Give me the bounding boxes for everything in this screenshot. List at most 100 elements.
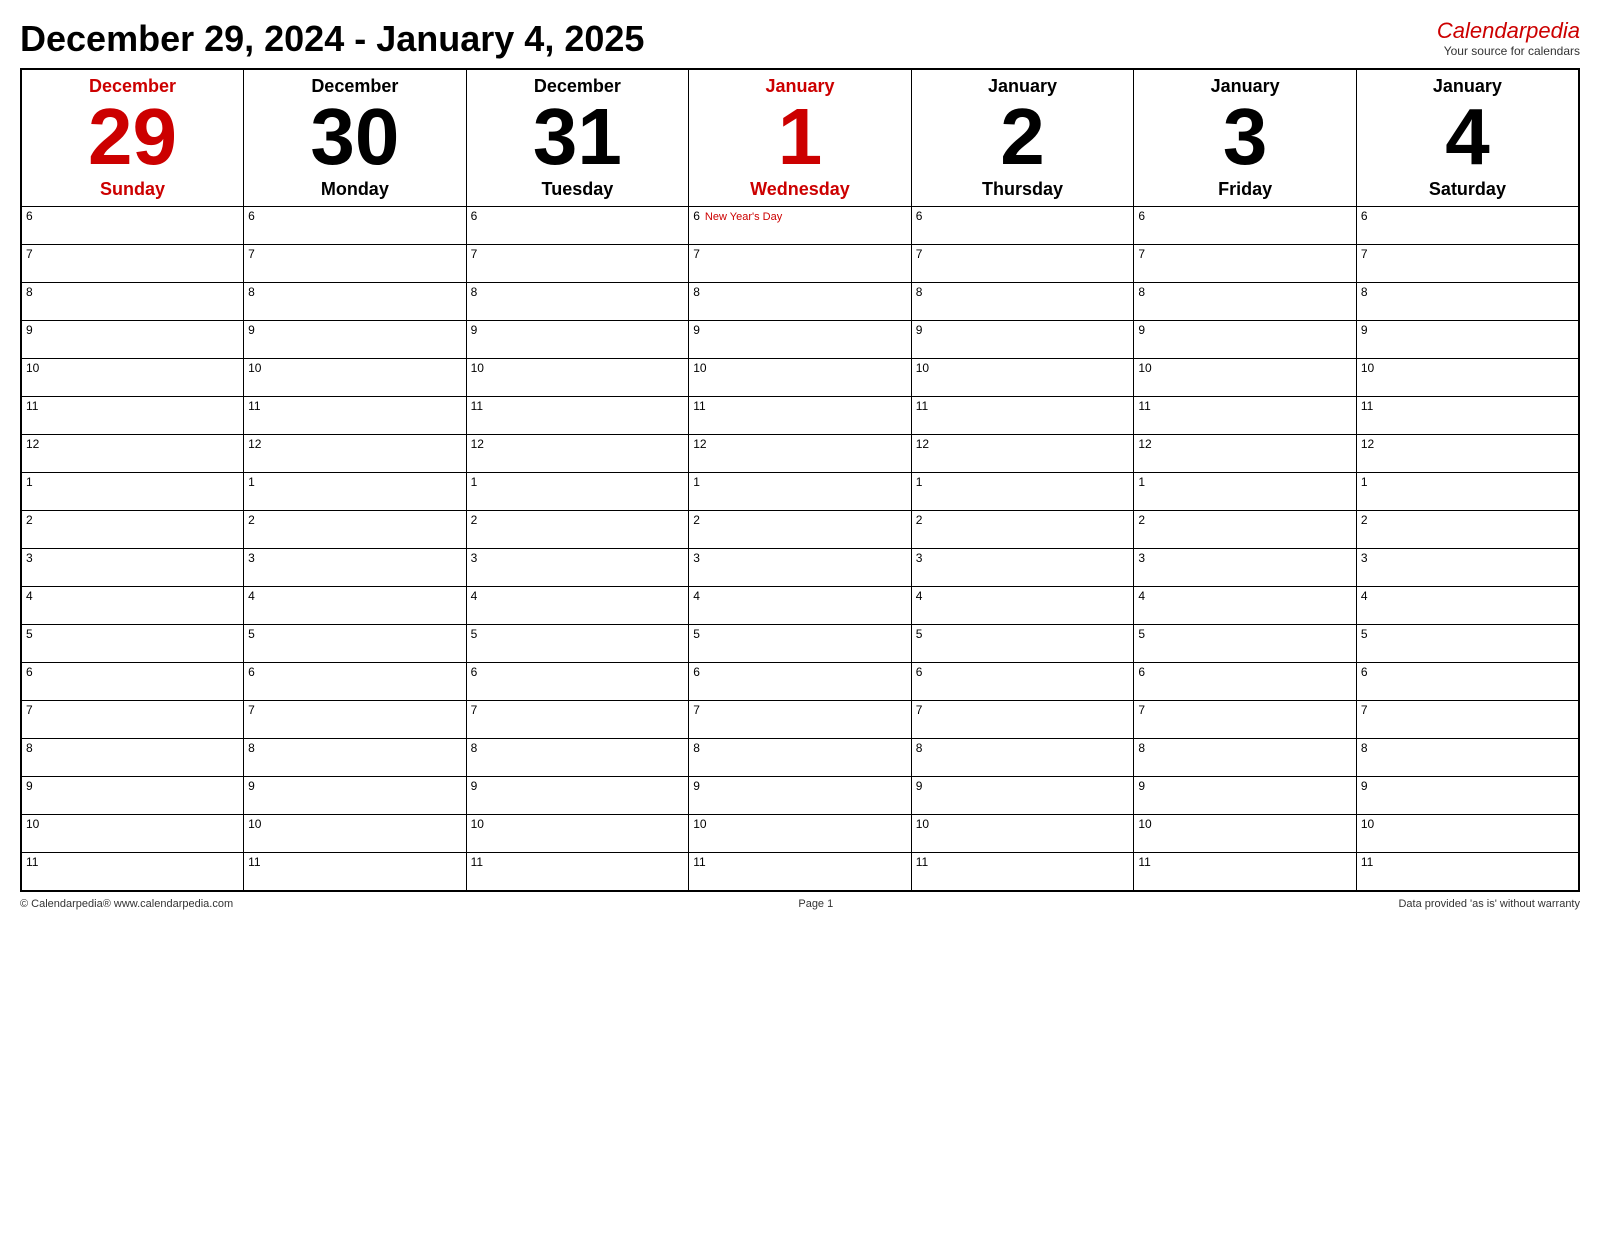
time-cell-r10-c6: 4	[1356, 587, 1579, 625]
time-cell-r1-c3: 7	[689, 245, 912, 283]
time-label-r16-c0: 10	[26, 817, 39, 831]
holiday-event: New Year's Day	[702, 211, 782, 223]
time-row-3: 9999999	[21, 321, 1579, 359]
time-label-r14-c3: 8	[693, 741, 700, 755]
time-cell-r17-c1: 11	[244, 853, 467, 891]
time-cell-r9-c0: 3	[21, 549, 244, 587]
time-label-r8-c3: 2	[693, 513, 700, 527]
time-cell-r6-c5: 12	[1134, 435, 1357, 473]
time-cell-r14-c6: 8	[1356, 739, 1579, 777]
time-cell-r17-c0: 11	[21, 853, 244, 891]
time-cell-r11-c1: 5	[244, 625, 467, 663]
time-cell-r3-c4: 9	[911, 321, 1134, 359]
time-cell-r14-c2: 8	[466, 739, 689, 777]
time-row-15: 9999999	[21, 777, 1579, 815]
time-cell-r14-c4: 8	[911, 739, 1134, 777]
time-row-16: 10 10 10 10 10 10 10	[21, 815, 1579, 853]
time-cell-r6-c4: 12	[911, 435, 1134, 473]
time-cell-r15-c5: 9	[1134, 777, 1357, 815]
time-label-r16-c2: 10	[471, 817, 484, 831]
time-label-r0-c4: 6	[916, 209, 923, 223]
time-cell-r13-c5: 7	[1134, 701, 1357, 739]
time-cell-r6-c1: 12	[244, 435, 467, 473]
time-label-r0-c1: 6	[248, 209, 255, 223]
time-cell-r13-c3: 7	[689, 701, 912, 739]
time-label-r11-c3: 5	[693, 627, 700, 641]
time-cell-r16-c6: 10	[1356, 815, 1579, 853]
time-label-r11-c0: 5	[26, 627, 33, 641]
time-label-r7-c0: 1	[26, 475, 33, 489]
time-label-r15-c3: 9	[693, 779, 700, 793]
time-label-r2-c3: 8	[693, 285, 700, 299]
time-row-2: 8888888	[21, 283, 1579, 321]
time-label-r2-c4: 8	[916, 285, 923, 299]
time-cell-r1-c2: 7	[466, 245, 689, 283]
day-number-1: 30	[248, 97, 462, 177]
time-label-r9-c4: 3	[916, 551, 923, 565]
time-cell-r13-c4: 7	[911, 701, 1134, 739]
time-cell-r0-c5: 6	[1134, 207, 1357, 245]
day-header-col-4: January2Thursday	[911, 69, 1134, 207]
time-cell-r8-c4: 2	[911, 511, 1134, 549]
time-label-r15-c1: 9	[248, 779, 255, 793]
time-label-r3-c1: 9	[248, 323, 255, 337]
time-label-r12-c2: 6	[471, 665, 478, 679]
time-label-r7-c5: 1	[1138, 475, 1145, 489]
time-label-r4-c4: 10	[916, 361, 929, 375]
time-label-r14-c6: 8	[1361, 741, 1368, 755]
time-cell-r1-c6: 7	[1356, 245, 1579, 283]
time-label-r17-c1: 11	[248, 855, 260, 869]
time-label-r2-c6: 8	[1361, 285, 1368, 299]
time-cell-r12-c3: 6	[689, 663, 912, 701]
time-label-r5-c3: 11	[693, 399, 705, 413]
time-cell-r0-c2: 6	[466, 207, 689, 245]
time-label-r14-c0: 8	[26, 741, 33, 755]
time-label-r10-c3: 4	[693, 589, 700, 603]
time-label-r9-c3: 3	[693, 551, 700, 565]
time-cell-r10-c0: 4	[21, 587, 244, 625]
time-cell-r16-c3: 10	[689, 815, 912, 853]
time-label-r8-c1: 2	[248, 513, 255, 527]
time-label-r10-c4: 4	[916, 589, 923, 603]
time-cell-r17-c2: 11	[466, 853, 689, 891]
time-label-r10-c5: 4	[1138, 589, 1145, 603]
time-label-r12-c3: 6	[693, 665, 700, 679]
time-label-r1-c1: 7	[248, 247, 255, 261]
time-cell-r4-c1: 10	[244, 359, 467, 397]
time-label-r16-c5: 10	[1138, 817, 1151, 831]
time-cell-r7-c6: 1	[1356, 473, 1579, 511]
time-cell-r4-c5: 10	[1134, 359, 1357, 397]
time-label-r17-c6: 11	[1361, 855, 1373, 869]
time-label-r13-c4: 7	[916, 703, 923, 717]
time-label-r14-c2: 8	[471, 741, 478, 755]
time-cell-r5-c3: 11	[689, 397, 912, 435]
time-label-r5-c5: 11	[1138, 399, 1150, 413]
time-label-r17-c5: 11	[1138, 855, 1150, 869]
time-cell-r7-c3: 1	[689, 473, 912, 511]
time-cell-r6-c0: 12	[21, 435, 244, 473]
time-label-r13-c2: 7	[471, 703, 478, 717]
time-row-10: 4444444	[21, 587, 1579, 625]
day-header-col-1: December30Monday	[244, 69, 467, 207]
time-cell-r3-c6: 9	[1356, 321, 1579, 359]
time-label-r4-c2: 10	[471, 361, 484, 375]
time-cell-r7-c0: 1	[21, 473, 244, 511]
brand-block: Calendarpedia Your source for calendars	[1437, 18, 1580, 58]
time-cell-r12-c1: 6	[244, 663, 467, 701]
time-label-r1-c4: 7	[916, 247, 923, 261]
time-label-r3-c0: 9	[26, 323, 33, 337]
time-label-r13-c0: 7	[26, 703, 33, 717]
time-cell-r5-c6: 11	[1356, 397, 1579, 435]
time-label-r0-c0: 6	[26, 209, 33, 223]
page-header: December 29, 2024 - January 4, 2025 Cale…	[20, 18, 1580, 60]
time-label-r16-c1: 10	[248, 817, 261, 831]
time-cell-r6-c3: 12	[689, 435, 912, 473]
day-header-col-6: January4Saturday	[1356, 69, 1579, 207]
time-label-r5-c2: 11	[471, 399, 483, 413]
time-cell-r15-c0: 9	[21, 777, 244, 815]
time-cell-r3-c3: 9	[689, 321, 912, 359]
time-cell-r17-c3: 11	[689, 853, 912, 891]
time-cell-r5-c4: 11	[911, 397, 1134, 435]
time-label-r16-c4: 10	[916, 817, 929, 831]
time-label-r3-c4: 9	[916, 323, 923, 337]
